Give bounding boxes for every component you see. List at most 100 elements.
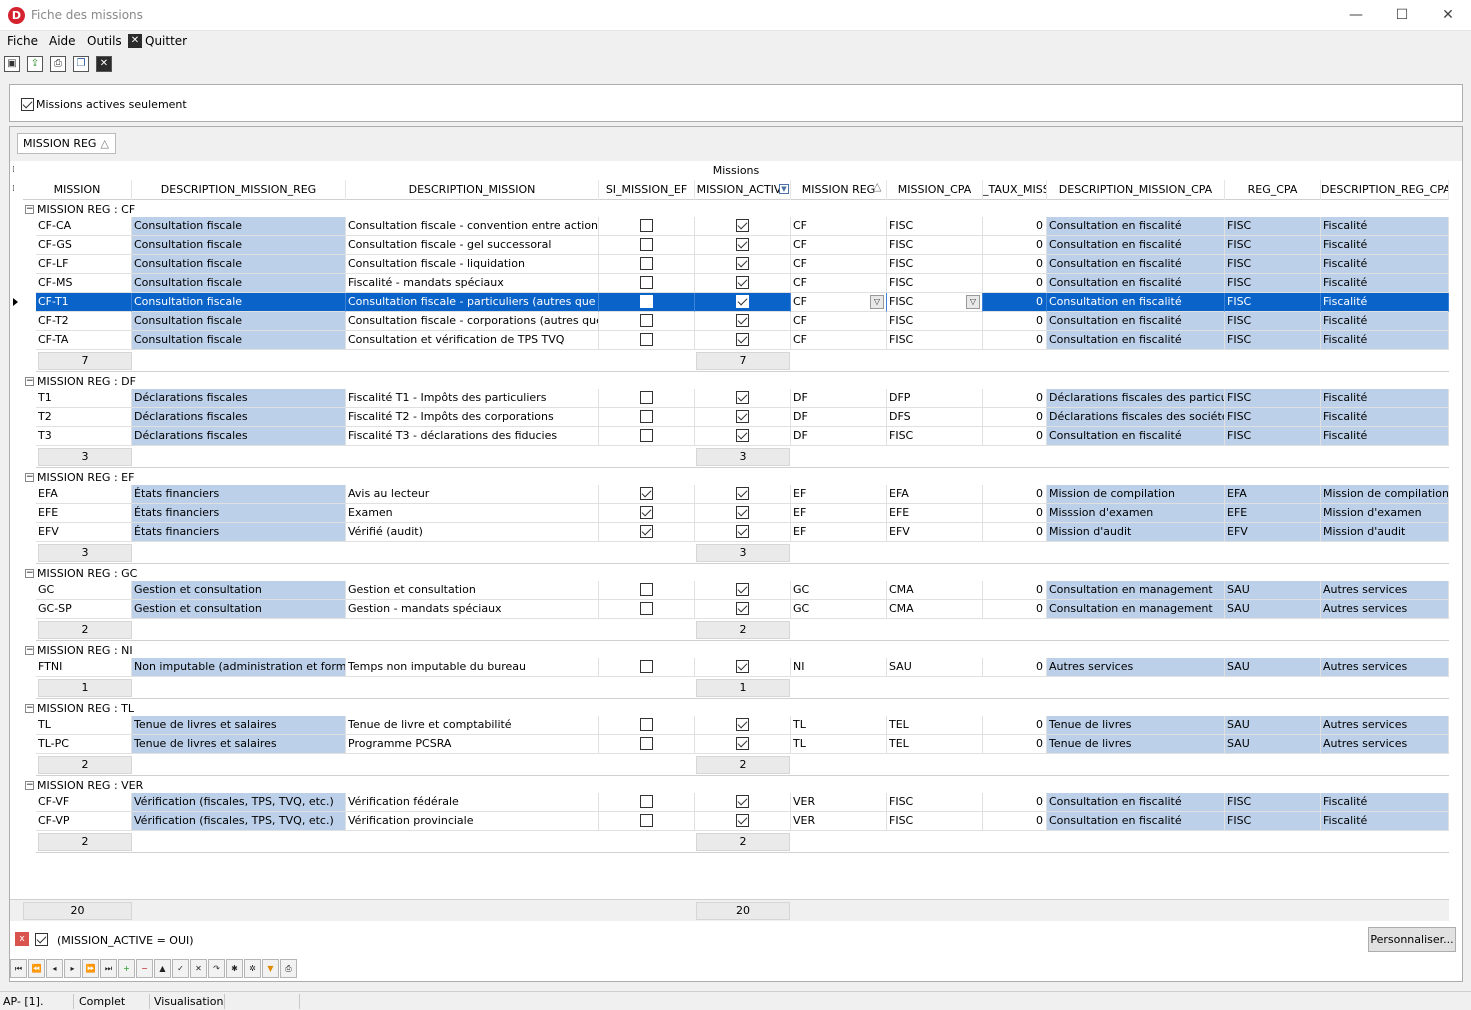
col-si-mission-ef-checkbox[interactable] [640, 295, 653, 308]
col-description-mission-cpa-cell[interactable]: Déclarations fiscales des particuliers [1047, 389, 1225, 408]
col-mission-active-checkbox[interactable] [736, 525, 749, 538]
col-description-mission-reg-cell[interactable]: États financiers [132, 504, 346, 523]
col-reg-cpa-cell[interactable]: FISC [1225, 217, 1321, 236]
col-reg-cpa-cell[interactable]: FISC [1225, 427, 1321, 446]
col-si-mission-ef-checkbox[interactable] [640, 314, 653, 327]
col-mission-active-cell[interactable] [695, 600, 791, 619]
col-reg-cpa-cell[interactable]: SAU [1225, 716, 1321, 735]
col-mission-cpa-cell[interactable]: FISC [887, 236, 983, 255]
col-si-mission-ef-cell[interactable] [599, 255, 695, 274]
col-si-mission-ef-cell[interactable] [599, 812, 695, 831]
col-mission-active-cell[interactable] [695, 523, 791, 542]
col-description-reg-cpa-cell[interactable]: Fiscalité [1321, 408, 1449, 427]
col-description-reg-cpa-cell[interactable]: Autres services [1321, 581, 1449, 600]
menu-quitter[interactable]: Quitter [145, 34, 187, 48]
col-description-mission-cpa-cell[interactable]: Consultation en fiscalité [1047, 427, 1225, 446]
col-description-mission-reg-cell[interactable]: Déclarations fiscales [132, 427, 346, 446]
col-description-mission-cell[interactable]: Consultation fiscale - particuliers (aut… [346, 293, 599, 312]
col-mission-cpa-header[interactable]: MISSION_CPA [887, 180, 983, 200]
col-reg-cpa-cell[interactable]: EFV [1225, 523, 1321, 542]
col-mission-cpa-cell[interactable]: TEL [887, 716, 983, 735]
col-description-mission-cpa-cell[interactable]: Mission de compilation [1047, 485, 1225, 504]
col-reg-cpa-cell[interactable]: SAU [1225, 581, 1321, 600]
col-description-mission-reg-cell[interactable]: Gestion et consultation [132, 581, 346, 600]
col-description-mission-cell[interactable]: Avis au lecteur [346, 485, 599, 504]
col-reg-cpa-cell[interactable]: FISC [1225, 293, 1321, 312]
col-si-mission-ef-checkbox[interactable] [640, 718, 653, 731]
col-mission-active-cell[interactable] [695, 716, 791, 735]
col-si-mission-ef-cell[interactable] [599, 581, 695, 600]
col-mission-active-checkbox[interactable] [736, 314, 749, 327]
col-mission-active-cell[interactable] [695, 427, 791, 446]
col-mission-cell[interactable]: TL [36, 716, 132, 735]
table-row-selected[interactable]: CF-T1 Consultation fiscale Consultation fi… [36, 293, 1449, 312]
print-grid-icon[interactable]: ⎙ [280, 959, 297, 978]
col-si-mission-ef-checkbox[interactable] [640, 219, 653, 232]
col-mission-reg-cell[interactable]: GC [791, 600, 887, 619]
col-description-reg-cpa-cell[interactable]: Fiscalité [1321, 812, 1449, 831]
col-reg-cpa-cell[interactable]: EFA [1225, 485, 1321, 504]
col-mission-reg-cell[interactable]: TL [791, 716, 887, 735]
col-description-mission-cpa-cell[interactable]: Mission d'audit [1047, 523, 1225, 542]
col-mission-active-cell[interactable] [695, 504, 791, 523]
col-description-mission-cpa-cell[interactable]: Consultation en fiscalité [1047, 812, 1225, 831]
col-description-mission-reg-cell[interactable]: États financiers [132, 485, 346, 504]
col-si-mission-ef-cell[interactable] [599, 389, 695, 408]
col-mission-active-cell[interactable] [695, 485, 791, 504]
table-row[interactable]: TL Tenue de livres et salaires Tenue de li… [36, 716, 1449, 735]
col-si-mission-ef-cell[interactable] [599, 217, 695, 236]
col-mission-cell[interactable]: GC [36, 581, 132, 600]
col-si-mission-ef-checkbox[interactable] [640, 602, 653, 615]
col-description-mission-reg-cell[interactable]: Consultation fiscale [132, 312, 346, 331]
close-window-button[interactable]: ✕ [1425, 0, 1471, 31]
col-si-mission-ef-cell[interactable] [599, 485, 695, 504]
col-mission-cpa-cell[interactable]: SAU [887, 658, 983, 677]
bookmark-icon[interactable]: ✱ [226, 959, 243, 978]
col-description-mission-cell[interactable]: Examen [346, 504, 599, 523]
table-row[interactable]: T1 Déclarations fiscales Fiscalité T1 - Im… [36, 389, 1449, 408]
col-description-mission-reg-cell[interactable]: Consultation fiscale [132, 274, 346, 293]
col-reg-cpa-cell[interactable]: FISC [1225, 312, 1321, 331]
col-mission-cell[interactable]: EFE [36, 504, 132, 523]
col-mission-cell[interactable]: GC-SP [36, 600, 132, 619]
col-mission-active-checkbox[interactable] [736, 660, 749, 673]
col-mission-active-checkbox[interactable] [736, 333, 749, 346]
col-mission-cell[interactable]: CF-T2 [36, 312, 132, 331]
col-reg-cpa-cell[interactable]: EFE [1225, 504, 1321, 523]
col-mission-active-checkbox[interactable] [736, 814, 749, 827]
col-description-mission-reg-cell[interactable]: Non imputable (administration et formati… [132, 658, 346, 677]
col-mission-reg-cell[interactable]: VER [791, 793, 887, 812]
col-description-mission-cell[interactable]: Consultation fiscale - liquidation [346, 255, 599, 274]
col-mission-active-cell[interactable] [695, 793, 791, 812]
edit-record-icon[interactable]: ▲ [154, 959, 171, 978]
filter-enabled-checkbox[interactable] [35, 933, 48, 946]
table-row[interactable]: GC Gestion et consultation Gestion et cons… [36, 581, 1449, 600]
col-description-mission-reg-cell[interactable]: Vérification (fiscales, TPS, TVQ, etc.) [132, 812, 346, 831]
col-taux-mission-cell[interactable]: 0 [983, 523, 1047, 542]
col-description-mission-reg-cell[interactable]: Gestion et consultation [132, 600, 346, 619]
col-description-mission-cell[interactable]: Fiscalité - mandats spéciaux [346, 274, 599, 293]
col-mission-cell[interactable]: EFV [36, 523, 132, 542]
menu-outils[interactable]: Outils [87, 34, 122, 48]
col-taux-mission-cell[interactable]: 0 [983, 236, 1047, 255]
col-description-mission-reg-header[interactable]: DESCRIPTION_MISSION_REG [132, 180, 346, 200]
col-description-reg-cpa-cell[interactable]: Fiscalité [1321, 427, 1449, 446]
col-description-reg-cpa-cell[interactable]: Fiscalité [1321, 255, 1449, 274]
copy-icon[interactable]: ❐ [73, 56, 89, 72]
col-mission-cpa-cell[interactable]: EFV [887, 523, 983, 542]
col-si-mission-ef-cell[interactable] [599, 312, 695, 331]
col-si-mission-ef-checkbox[interactable] [640, 238, 653, 251]
col-description-mission-reg-cell[interactable]: Déclarations fiscales [132, 389, 346, 408]
col-mission-active-checkbox[interactable] [736, 718, 749, 731]
filter-icon[interactable]: ▼ [262, 959, 279, 978]
col-taux-mission-cell[interactable]: 0 [983, 312, 1047, 331]
col-mission-active-checkbox[interactable] [736, 391, 749, 404]
col-mission-cpa-cell[interactable]: TEL [887, 735, 983, 754]
col-description-mission-cpa-cell[interactable]: Consultation en management [1047, 581, 1225, 600]
table-row[interactable]: T3 Déclarations fiscales Fiscalité T3 - dé… [36, 427, 1449, 446]
col-description-mission-cpa-cell[interactable]: Consultation en fiscalité [1047, 793, 1225, 812]
prev-record-icon[interactable]: ◂ [46, 959, 63, 978]
col-mission-cell[interactable]: CF-VF [36, 793, 132, 812]
col-mission-reg-cell[interactable]: CF [791, 255, 887, 274]
col-description-mission-cpa-cell[interactable]: Consultation en fiscalité [1047, 217, 1225, 236]
